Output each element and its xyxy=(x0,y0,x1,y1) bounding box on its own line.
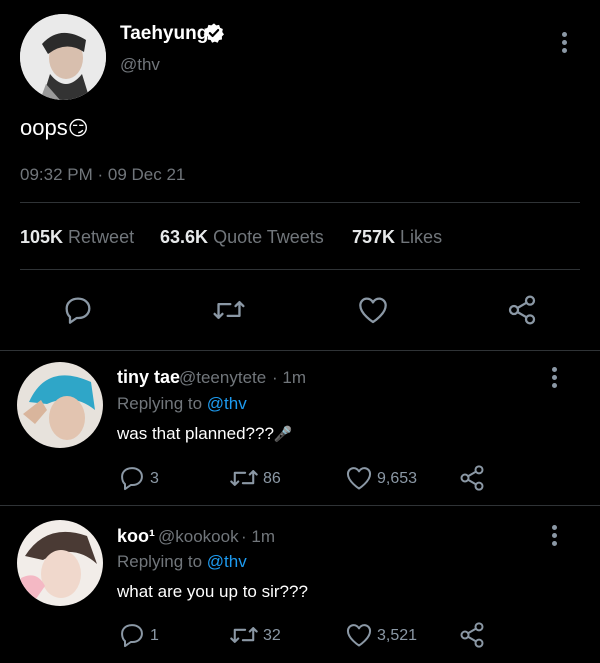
like-icon xyxy=(346,467,372,490)
smirk-emoji-icon: 😏 xyxy=(67,118,89,140)
like-icon xyxy=(346,624,372,647)
avatar[interactable] xyxy=(20,14,106,100)
verified-badge-icon xyxy=(203,22,225,44)
retweet-stat[interactable]: 105K Retweet xyxy=(20,227,134,248)
avatar-photo-icon xyxy=(17,520,103,606)
more-options-icon[interactable] xyxy=(562,32,568,56)
quote-tweets-count: 63.6K xyxy=(160,227,209,247)
retweet-count: 105K xyxy=(20,227,64,247)
like-button[interactable] xyxy=(345,465,373,491)
replying-to-handle[interactable]: @thv xyxy=(207,552,247,571)
retweet-button[interactable] xyxy=(229,621,259,649)
share-button[interactable] xyxy=(458,464,486,492)
handle[interactable]: @thv xyxy=(120,55,160,75)
likes-stat[interactable]: 757K Likes xyxy=(352,227,442,248)
reply-time: · 1m xyxy=(272,368,306,387)
retweet-label: Retweet xyxy=(68,227,135,247)
replying-to: Replying to @thv xyxy=(117,552,247,572)
retweet-icon xyxy=(230,470,258,486)
reply-display-name[interactable]: koo¹ xyxy=(117,526,155,547)
replying-to-label: Replying to xyxy=(117,552,203,571)
share-button[interactable] xyxy=(458,621,486,649)
retweet-button[interactable] xyxy=(229,464,259,492)
display-name[interactable]: Taehyung xyxy=(120,23,208,45)
reply-handle[interactable]: @teenytete xyxy=(179,368,266,388)
like-button[interactable] xyxy=(357,295,389,325)
reply-icon xyxy=(121,467,143,491)
retweet-button[interactable] xyxy=(212,294,246,326)
replying-to-handle[interactable]: @thv xyxy=(207,394,247,413)
tweet-text: oops😏 xyxy=(20,115,89,141)
share-icon xyxy=(460,465,484,491)
reply-time: · 1m xyxy=(241,527,275,546)
more-options-icon[interactable] xyxy=(552,525,558,549)
more-options-icon[interactable] xyxy=(552,367,558,391)
divider xyxy=(20,202,580,203)
likes-label: Likes xyxy=(400,227,443,247)
like-button[interactable] xyxy=(345,622,373,648)
reply-count: 3 xyxy=(150,470,159,487)
quote-tweets-label: Quote Tweets xyxy=(213,227,324,247)
reply-display-name[interactable]: tiny tae xyxy=(117,367,180,388)
retweet-icon xyxy=(213,300,245,320)
avatar[interactable] xyxy=(17,362,103,448)
retweet-icon xyxy=(230,627,258,643)
retweet-count: 32 xyxy=(263,627,281,644)
quote-tweets-stat[interactable]: 63.6K Quote Tweets xyxy=(160,227,324,248)
tweet-timestamp[interactable]: 09:32 PM · 09 Dec 21 xyxy=(20,165,185,185)
like-count: 3,521 xyxy=(377,627,418,644)
microphone-emoji-icon: 🎤 xyxy=(273,426,293,443)
reply-text: was that planned???🎤 xyxy=(117,424,293,444)
like-icon xyxy=(359,297,387,324)
reply-icon xyxy=(121,624,143,648)
reply-button[interactable] xyxy=(62,294,94,326)
divider xyxy=(0,350,600,351)
reply-text: what are you up to sir??? xyxy=(117,582,308,601)
divider xyxy=(0,505,600,506)
likes-count: 757K xyxy=(352,227,396,247)
replying-to: Replying to @thv xyxy=(117,394,247,414)
reply-button[interactable] xyxy=(118,464,146,492)
reply-count: 1 xyxy=(150,627,159,644)
reply-icon xyxy=(65,297,91,324)
retweet-count: 86 xyxy=(263,470,281,487)
reply-text-content: was that planned??? xyxy=(117,424,274,443)
replying-to-label: Replying to xyxy=(117,394,203,413)
avatar-photo-icon xyxy=(17,362,103,448)
share-button[interactable] xyxy=(506,294,538,326)
share-icon xyxy=(508,295,536,325)
like-count: 9,653 xyxy=(377,470,418,487)
avatar[interactable] xyxy=(17,520,103,606)
reply-button[interactable] xyxy=(118,621,146,649)
avatar-photo-icon xyxy=(20,14,106,100)
reply-handle[interactable]: @kookook xyxy=(158,527,239,547)
share-icon xyxy=(460,622,484,648)
divider xyxy=(20,269,580,270)
tweet-text-content: oops xyxy=(20,115,68,140)
